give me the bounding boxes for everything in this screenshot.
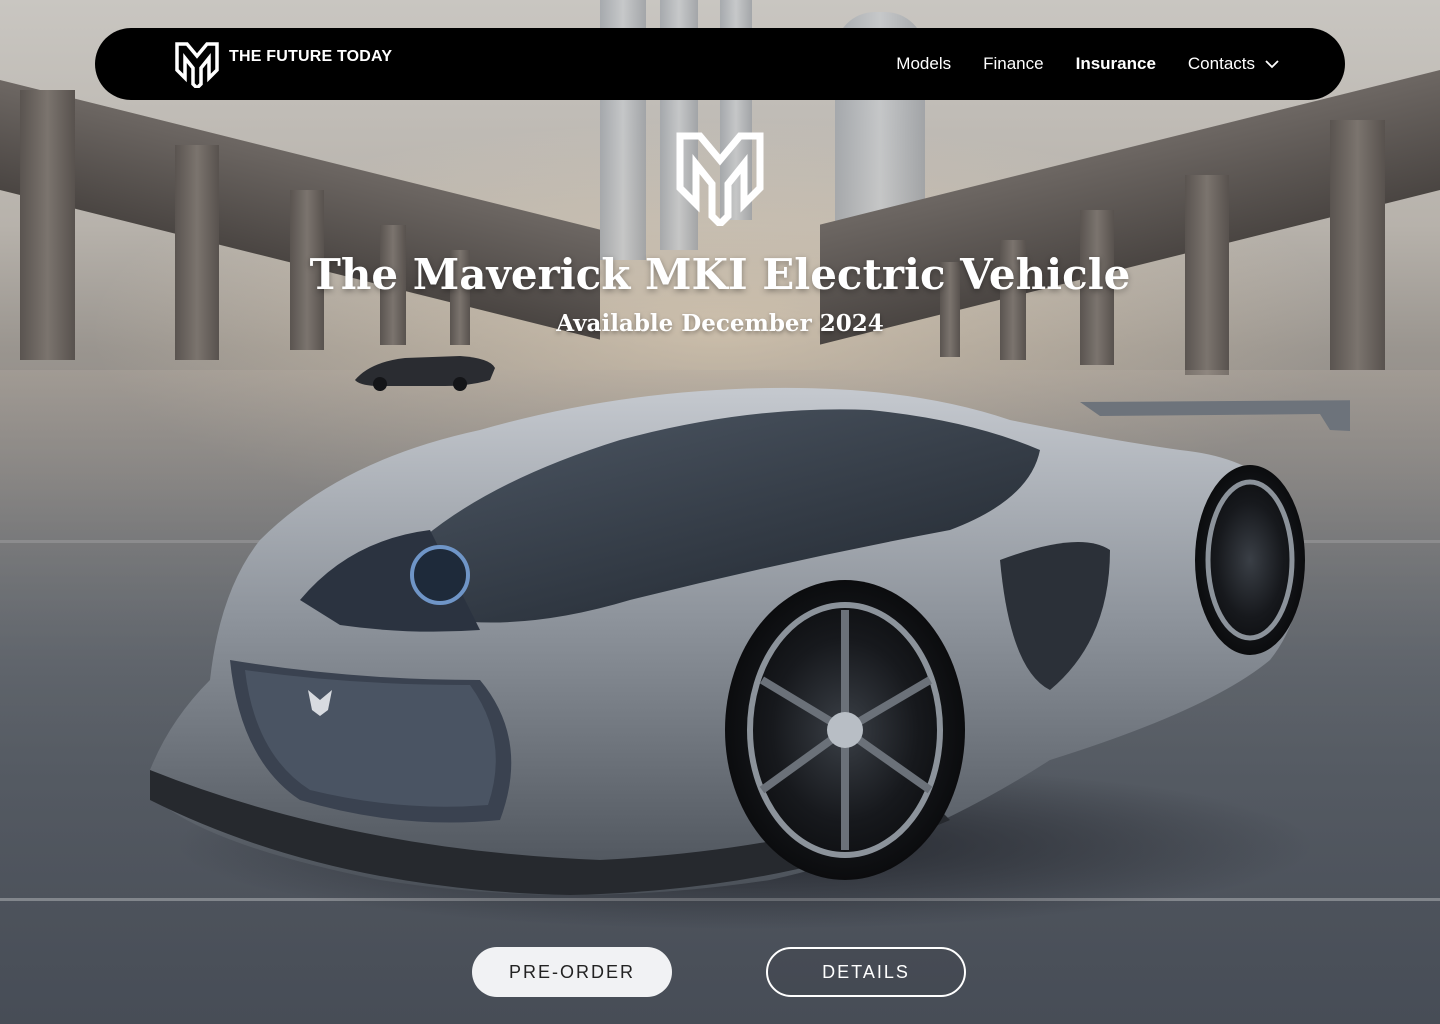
hero-section: THE FUTURE TODAY Models Finance Insuranc… <box>0 0 1440 1024</box>
pre-order-button[interactable]: PRE-ORDER <box>472 947 672 997</box>
maverick-emblem-icon <box>676 132 764 226</box>
maverick-logo-icon <box>175 42 219 88</box>
hero-subtitle: Available December 2024 <box>556 310 884 337</box>
brand[interactable]: THE FUTURE TODAY <box>175 40 392 88</box>
supercar-image <box>150 387 1350 895</box>
nav-link-models[interactable]: Models <box>896 54 951 74</box>
nav-link-finance[interactable]: Finance <box>983 54 1043 74</box>
details-button[interactable]: DETAILS <box>766 947 966 997</box>
nav-link-contacts-label: Contacts <box>1187 54 1255 73</box>
hero-title: The Maverick MKI Electric Vehicle <box>309 250 1131 299</box>
nav-links: Models Finance Insurance Contacts <box>864 28 1279 100</box>
nav-link-insurance[interactable]: Insurance <box>1076 54 1156 74</box>
brand-name: THE FUTURE TODAY <box>229 48 393 65</box>
nav-link-contacts[interactable]: Contacts <box>1188 54 1279 74</box>
top-navbar: THE FUTURE TODAY Models Finance Insuranc… <box>95 28 1345 100</box>
chevron-down-icon <box>1265 59 1279 68</box>
